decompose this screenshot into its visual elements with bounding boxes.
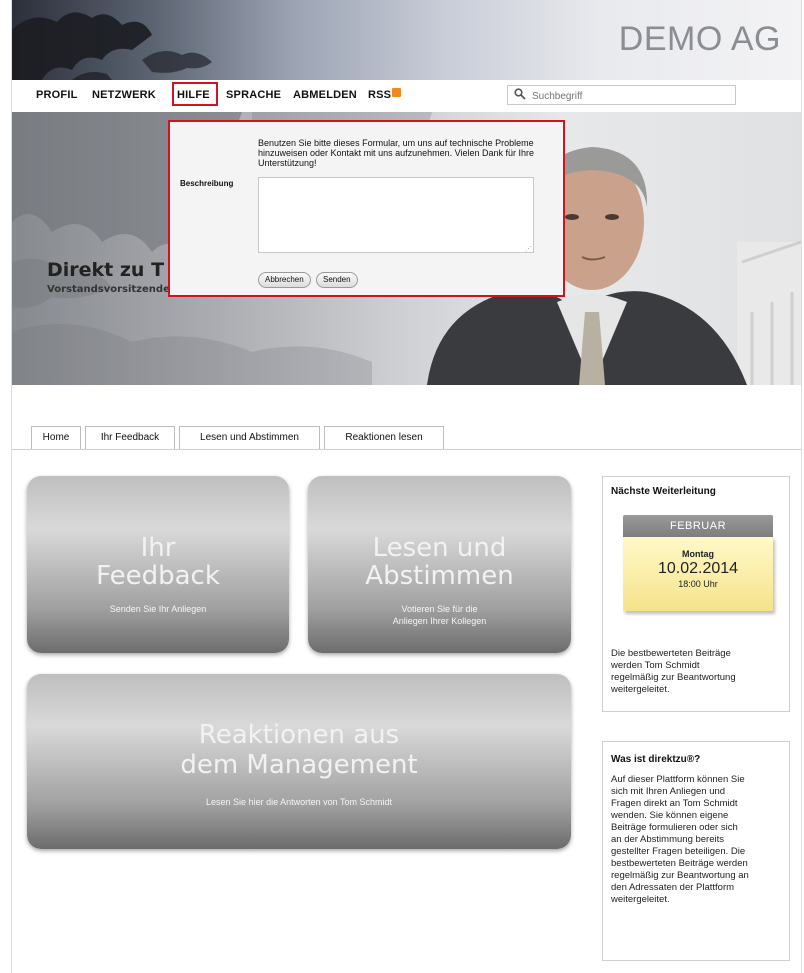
about-heading: Was ist direktzu®? <box>611 754 701 765</box>
hero-subtitle: Vorstandsvorsitzende <box>47 284 170 295</box>
about-line: weitergeleitet. <box>611 894 670 905</box>
tile-reaktionen[interactable]: Reaktionen aus dem Management Lesen Sie … <box>27 674 571 849</box>
calendar-sticky-note: Montag 10.02.2014 18:00 Uhr <box>623 537 773 611</box>
tile-feedback-title-1: Ihr <box>140 533 176 563</box>
about-line: an der Abstimmung bereits <box>611 834 725 845</box>
tab-reaktionen-lesen[interactable]: Reaktionen lesen <box>324 426 444 449</box>
nav-rss-label: RSS <box>368 89 392 101</box>
next-forwarding-line: weitergeleitet. <box>611 684 670 695</box>
about-line: bestbewerteten Beiträge werden <box>611 858 748 869</box>
next-forwarding-line: werden Tom Schmidt <box>611 660 700 671</box>
about-line: regelmäßig zur Beantwortung an <box>611 870 749 881</box>
tile-feedback-sub: Senden Sie Ihr Anliegen <box>109 604 207 614</box>
nav-netzwerk[interactable]: NETZWERK <box>92 89 156 101</box>
description-textarea[interactable] <box>258 177 534 253</box>
about-line: Fragen direkt an Tom Schmidt <box>611 798 738 809</box>
about-line: sich mit Ihren Anliegen und <box>611 786 726 797</box>
nav-rss[interactable]: RSS <box>368 88 402 101</box>
tab-home[interactable]: Home <box>31 426 81 449</box>
calendar-note: FEBRUAR Montag 10.02.2014 18:00 Uhr <box>623 515 773 619</box>
help-dialog: Benutzen Sie bitte dieses Formular, um u… <box>168 120 565 297</box>
about-line: wenden. Sie können eigene <box>611 810 729 821</box>
cancel-button[interactable]: Abbrechen <box>258 272 311 288</box>
description-label: Beschreibung <box>180 179 234 188</box>
about-line: Auf dieser Plattform können Sie <box>611 774 745 785</box>
about-line: gestellter Fragen beteiligen. Die <box>611 846 746 857</box>
tile-reactions-title-1: Reaktionen aus <box>198 720 400 750</box>
rss-icon <box>392 88 402 97</box>
tile-vote-sub-1: Votieren Sie für die <box>401 604 478 614</box>
main-nav: PROFIL NETZWERK HILFE SPRACHE ABMELDEN R… <box>12 80 801 112</box>
tab-ihr-feedback[interactable]: Ihr Feedback <box>85 426 175 449</box>
tile-vote-sub-2: Anliegen Ihrer Kollegen <box>392 616 487 626</box>
calendar-month: FEBRUAR <box>623 515 773 537</box>
search-box <box>507 85 736 105</box>
help-dialog-intro: Benutzen Sie bitte dieses Formular, um u… <box>258 138 534 168</box>
about-line: Beiträge formulieren oder sich <box>611 822 738 833</box>
calendar-time: 18:00 Uhr <box>678 579 718 589</box>
next-forwarding-box: Nächste Weiterleitung FEBRUAR Montag 10.… <box>602 476 790 712</box>
search-icon <box>514 88 526 100</box>
next-forwarding-heading: Nächste Weiterleitung <box>611 486 716 497</box>
tile-reactions-title-2: dem Management <box>180 750 418 780</box>
calendar-weekday: Montag <box>682 549 714 559</box>
nav-sprache[interactable]: SPRACHE <box>226 89 281 101</box>
brand-logo[interactable]: DEMO AG <box>619 20 781 59</box>
nav-profil[interactable]: PROFIL <box>36 89 78 101</box>
tile-feedback-title-2: Feedback <box>96 561 220 591</box>
about-line: den Adressaten der Plattform <box>611 882 735 893</box>
about-box: Was ist direktzu®? Auf dieser Plattform … <box>602 741 790 961</box>
hero-title: Direkt zu T <box>47 259 165 281</box>
send-button[interactable]: Senden <box>316 272 358 288</box>
nav-hilfe[interactable]: HILFE <box>177 89 210 101</box>
tile-reactions-sub: Lesen Sie hier die Antworten von Tom Sch… <box>206 797 392 807</box>
tabs-baseline <box>12 449 801 450</box>
tile-vote-title-2: Abstimmen <box>365 561 514 591</box>
calendar-date: 10.02.2014 <box>657 560 739 577</box>
tab-lesen-abstimmen[interactable]: Lesen und Abstimmen <box>179 426 320 449</box>
tile-vote-title-1: Lesen und <box>372 533 507 563</box>
tile-lesen-abstimmen[interactable]: Lesen und Abstimmen Votieren Sie für die… <box>308 476 571 653</box>
next-forwarding-line: Die bestbewerteten Beiträge <box>611 648 731 659</box>
tile-ihr-feedback[interactable]: Ihr Feedback Senden Sie Ihr Anliegen <box>27 476 289 653</box>
search-input[interactable] <box>530 87 734 105</box>
next-forwarding-line: regelmäßig zur Beantwortung <box>611 672 736 683</box>
header-tree-graphic <box>12 12 212 80</box>
resize-grip-icon[interactable]: ⋰ <box>525 245 532 253</box>
site-header: DEMO AG <box>12 0 801 80</box>
nav-abmelden[interactable]: ABMELDEN <box>293 89 357 101</box>
